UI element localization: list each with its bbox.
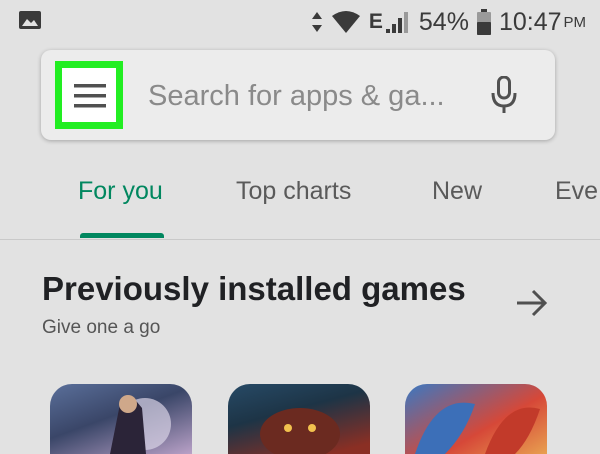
battery-icon — [476, 9, 491, 35]
tab-events[interactable]: Eve — [555, 177, 598, 206]
tab-for-you[interactable]: For you — [78, 177, 163, 206]
menu-button[interactable] — [55, 61, 123, 129]
tab-new[interactable]: New — [432, 177, 482, 206]
tab-divider — [0, 239, 600, 240]
signal-icon — [385, 12, 408, 33]
section-subtitle: Give one a go — [42, 317, 161, 338]
status-bar: E 54% 10:47 PM — [0, 0, 600, 44]
game-tile[interactable] — [405, 384, 547, 454]
section-title: Previously installed games — [42, 270, 466, 307]
hamburger-menu-icon — [74, 84, 106, 108]
game-artwork — [260, 408, 340, 454]
microphone-icon[interactable] — [491, 76, 517, 114]
arrow-right-icon[interactable] — [515, 288, 549, 318]
clock-time: 10:47 — [498, 7, 562, 36]
battery-percent: 54% — [418, 7, 469, 36]
data-arrows-icon — [311, 12, 322, 32]
game-artwork — [415, 402, 540, 454]
tab-top-charts[interactable]: Top charts — [236, 177, 351, 206]
network-type: E — [368, 10, 383, 33]
wifi-icon — [331, 11, 360, 33]
clock-suffix: PM — [563, 13, 587, 31]
search-input[interactable]: Search for apps & ga... — [148, 80, 445, 113]
image-icon — [19, 11, 41, 29]
game-tile[interactable] — [228, 384, 370, 454]
search-bar[interactable]: Search for apps & ga... — [41, 50, 555, 140]
game-tile[interactable] — [50, 384, 192, 454]
tab-bar: For you Top charts New Eve — [0, 165, 600, 239]
game-artwork — [110, 395, 171, 454]
active-tab-indicator — [80, 233, 164, 238]
